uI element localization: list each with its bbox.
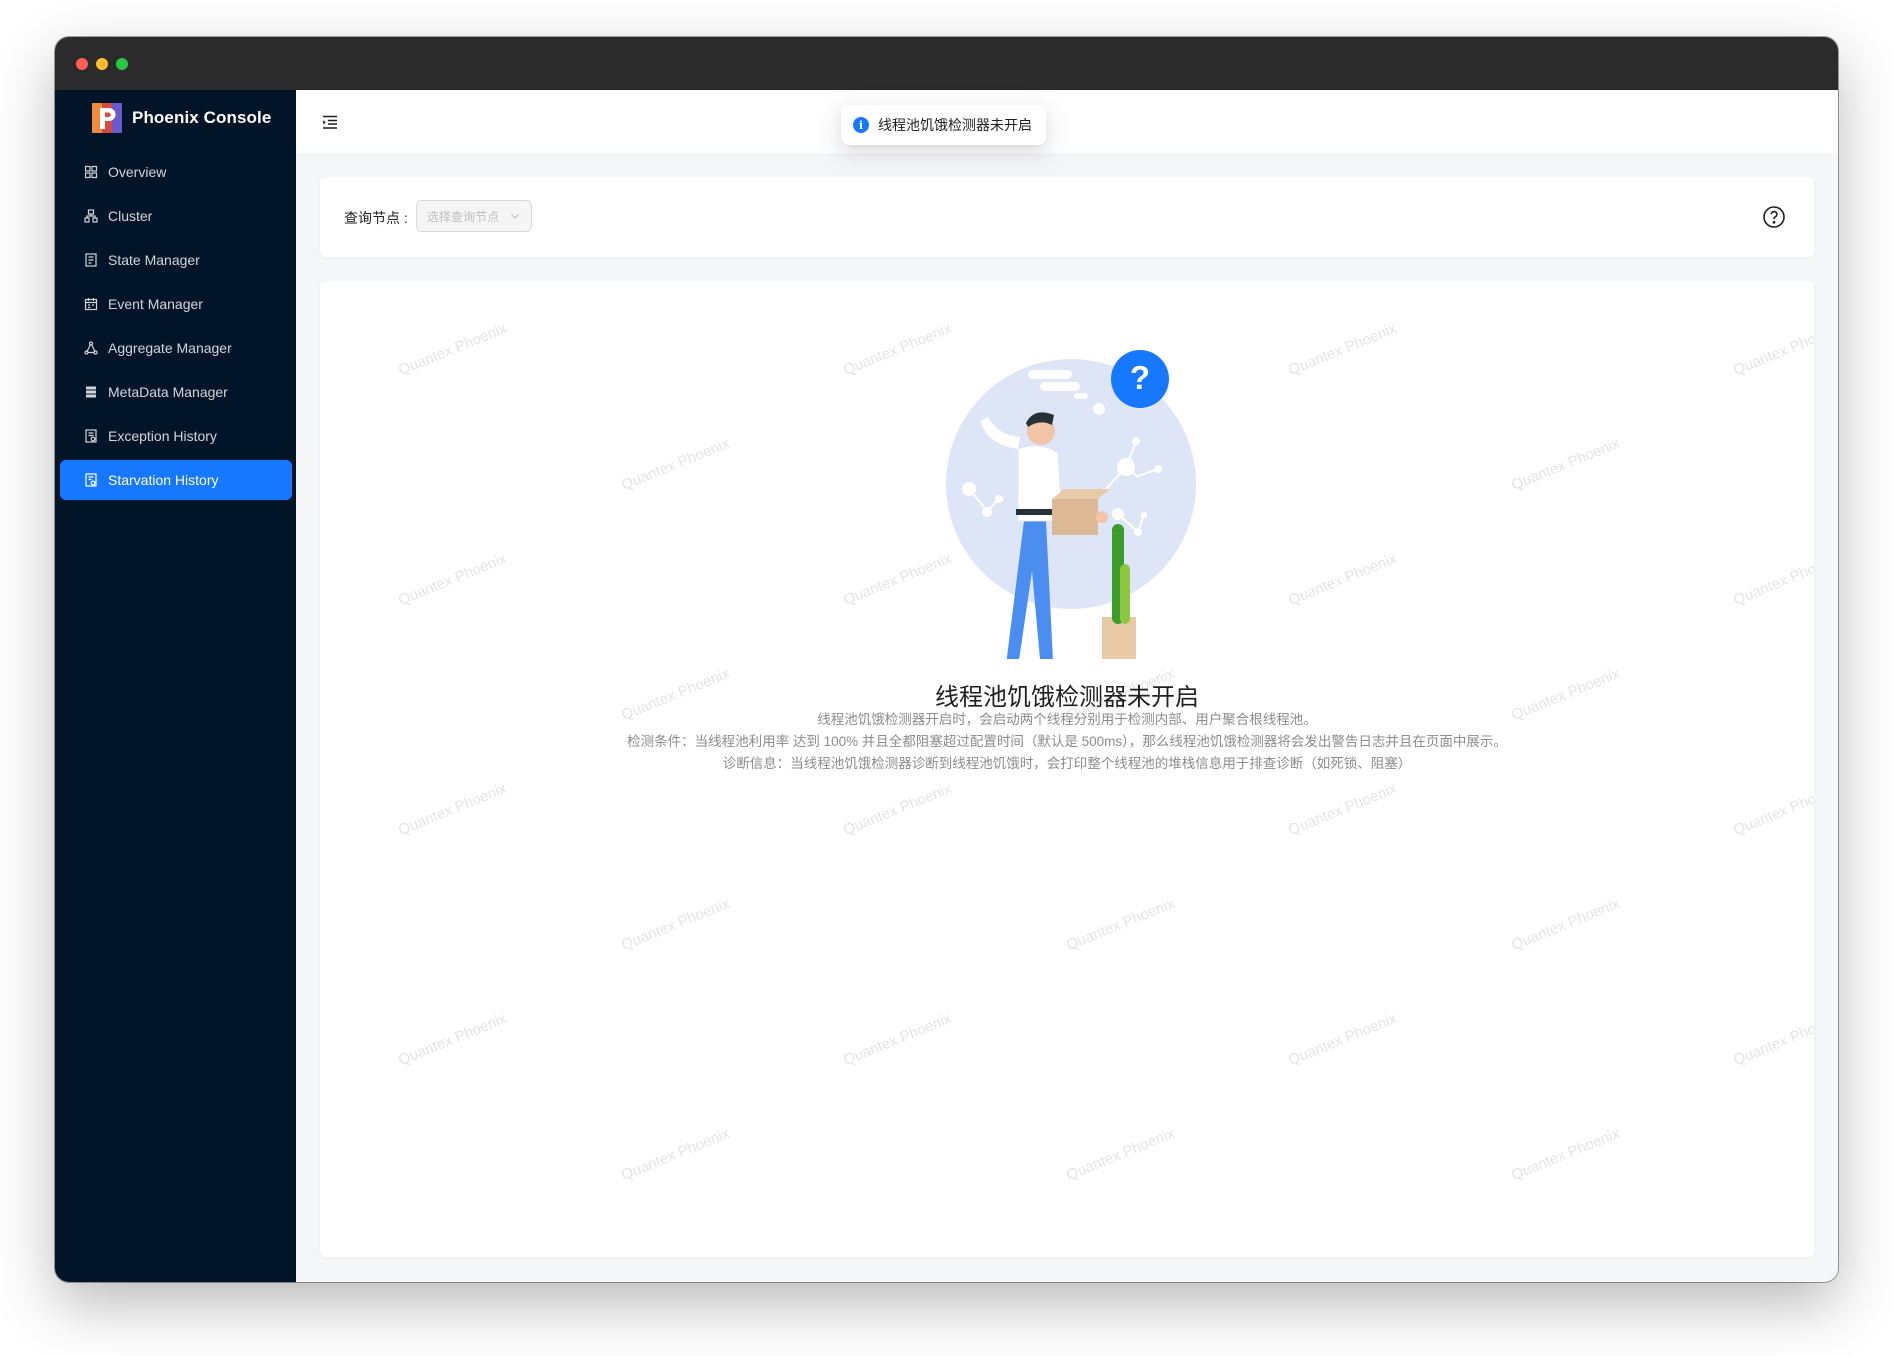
minimize-window-button[interactable] (96, 58, 108, 70)
sidebar-item-label: Cluster (108, 208, 153, 224)
top-header: i 线程池饥饿检测器未开启 (296, 90, 1838, 153)
dashboard-icon (84, 165, 98, 179)
info-icon: i (853, 117, 869, 133)
sidebar: Phoenix Console Overview Cluster State M… (55, 90, 296, 1282)
sidebar-item-starvation-history[interactable]: Starvation History (60, 460, 292, 500)
sidebar-item-label: MetaData Manager (108, 384, 228, 400)
watermark-text: Quantex Phoenix (1286, 550, 1400, 609)
sidebar-item-event-manager[interactable]: Event Manager (60, 284, 292, 324)
watermark-text: Quantex Phoenix (1509, 1125, 1623, 1184)
watermark-text: Quantex Phoenix (1286, 320, 1400, 379)
watermark-text: Quantex Phoenix (1286, 780, 1400, 839)
metadata-icon (84, 385, 98, 399)
help-icon[interactable] (1762, 205, 1786, 229)
sidebar-item-cluster[interactable]: Cluster (60, 196, 292, 236)
watermark-text: Quantex Phoenix (619, 1125, 733, 1184)
sidebar-item-exception-history[interactable]: Exception History (60, 416, 292, 456)
state-icon (84, 253, 98, 267)
event-icon (84, 297, 98, 311)
close-window-button[interactable] (76, 58, 88, 70)
sidebar-item-metadata-manager[interactable]: MetaData Manager (60, 372, 292, 412)
sidebar-item-label: Overview (108, 164, 167, 180)
query-node-select[interactable]: 选择查询节点 (416, 200, 532, 232)
sidebar-item-label: Exception History (108, 428, 217, 444)
select-placeholder: 选择查询节点 (427, 209, 500, 224)
cluster-icon (84, 209, 98, 223)
main-area: i 线程池饥饿检测器未开启 查询节点 : 选择查询节点 Quantex Phoe… (296, 90, 1838, 1282)
window-titlebar (55, 37, 1838, 90)
watermark-text: Quantex Phoenix (396, 320, 510, 379)
sidebar-item-label: State Manager (108, 252, 200, 268)
watermark-text: Quantex Phoenix (619, 895, 733, 954)
watermark-text: Quantex Phoenix (1731, 550, 1814, 609)
chevron-down-icon (511, 214, 519, 219)
sidebar-item-label: Starvation History (108, 472, 219, 488)
watermark-text: Quantex Phoenix (619, 435, 733, 494)
description-line: 诊断信息：当线程池饥饿检测器诊断到线程池饥饿时，会打印整个线程池的堆栈信息用于排… (722, 756, 1412, 771)
watermark-text: Quantex Phoenix (396, 1010, 510, 1069)
content-card: Quantex Phoenix Quantex Phoenix Quantex Ph… (320, 281, 1814, 1257)
watermark-text: Quantex Phoenix (1731, 1010, 1814, 1069)
app-window: Phoenix Console Overview Cluster State M… (55, 37, 1838, 1282)
starvation-icon (84, 473, 98, 487)
sidebar-item-label: Event Manager (108, 296, 203, 312)
sidebar-item-state-manager[interactable]: State Manager (60, 240, 292, 280)
watermark-text: Quantex Phoenix (1509, 895, 1623, 954)
empty-state-illustration: ? (946, 350, 1196, 659)
sidebar-item-overview[interactable]: Overview (60, 152, 292, 192)
app-name: Phoenix Console (132, 108, 272, 127)
sidebar-menu: Overview Cluster State Manager Event Man… (55, 152, 296, 504)
maximize-window-button[interactable] (116, 58, 128, 70)
watermark-text: Quantex Phoenix (396, 780, 510, 839)
empty-state-description: 线程池饥饿检测器开启时，会启动两个线程分别用于检测内部、用户聚合根线程池。 检测… (320, 709, 1814, 775)
description-line: 检测条件：当线程池利用率 达到 100% 并且全都阻塞超过配置时间（默认是 50… (627, 734, 1507, 749)
watermark-text: Quantex Phoenix (1064, 895, 1178, 954)
watermark-text: Quantex Phoenix (1064, 1125, 1178, 1184)
info-toast: i 线程池饥饿检测器未开启 (841, 105, 1046, 145)
watermark-text: Quantex Phoenix (841, 1010, 955, 1069)
phoenix-logo-icon (92, 103, 122, 133)
query-node-label: 查询节点 : (344, 210, 408, 226)
aggregate-icon (84, 341, 98, 355)
watermark-text: Quantex Phoenix (1509, 435, 1623, 494)
watermark-text: Quantex Phoenix (1731, 780, 1814, 839)
watermark-text: Quantex Phoenix (1731, 320, 1814, 379)
toast-text: 线程池饥饿检测器未开启 (878, 117, 1032, 133)
filter-card: 查询节点 : 选择查询节点 (320, 177, 1814, 257)
menu-fold-icon[interactable] (320, 112, 340, 132)
description-line: 线程池饥饿检测器开启时，会启动两个线程分别用于检测内部、用户聚合根线程池。 (817, 712, 1317, 727)
watermark-text: Quantex Phoenix (1286, 1010, 1400, 1069)
app-logo[interactable]: Phoenix Console (92, 103, 271, 133)
sidebar-item-aggregate-manager[interactable]: Aggregate Manager (60, 328, 292, 368)
sidebar-item-label: Aggregate Manager (108, 340, 232, 356)
exception-icon (84, 429, 98, 443)
watermark-text: Quantex Phoenix (396, 550, 510, 609)
empty-state-title: 线程池饥饿检测器未开启 (935, 684, 1199, 711)
svg-text:?: ? (1130, 359, 1150, 396)
watermark-text: Quantex Phoenix (841, 780, 955, 839)
